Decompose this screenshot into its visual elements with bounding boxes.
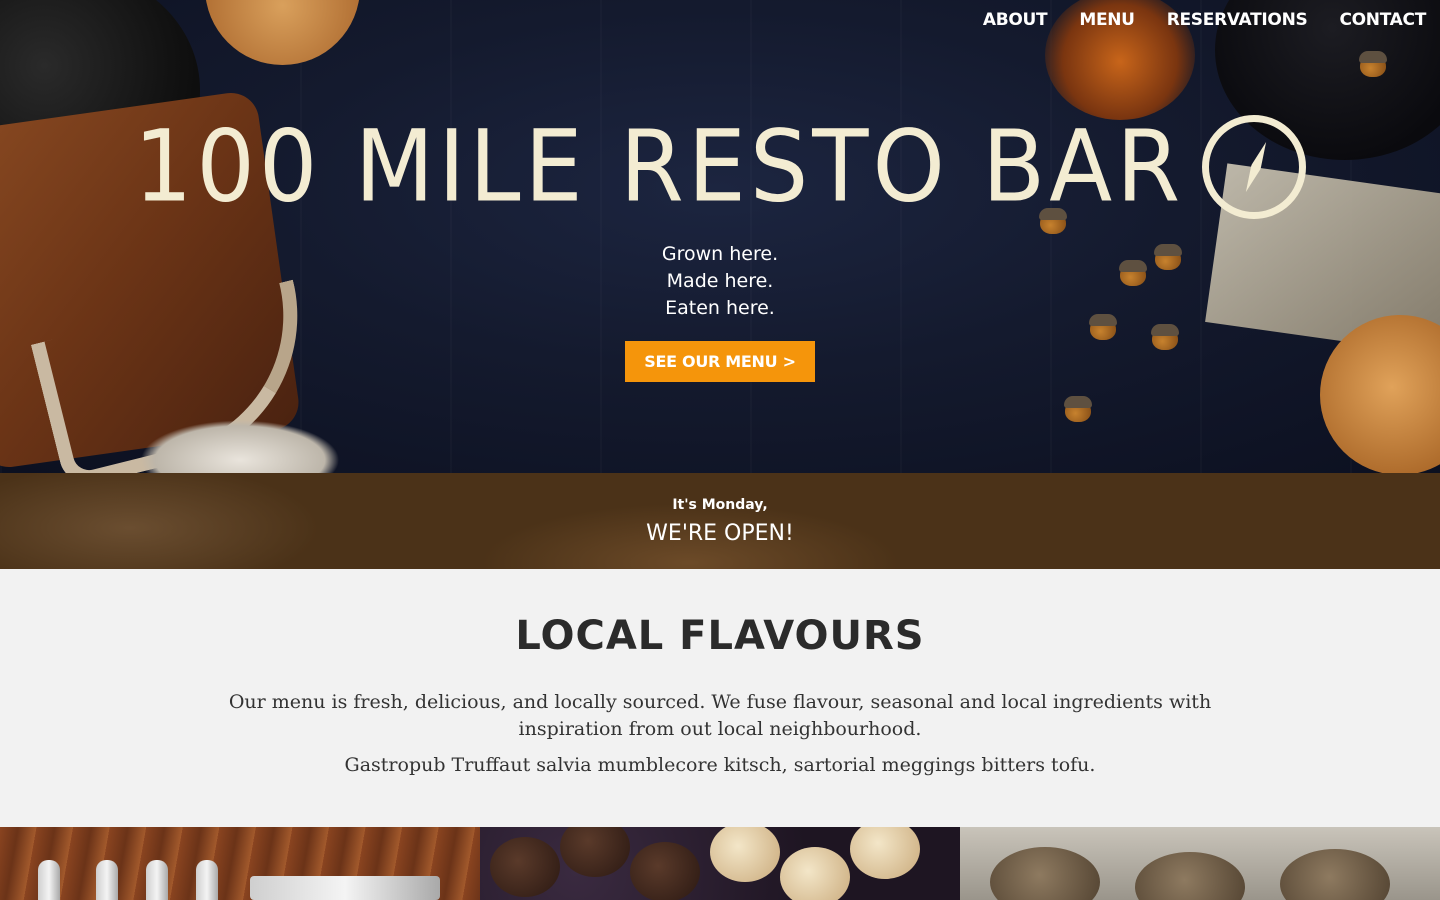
fork-shape [38, 860, 60, 900]
status-open: WE'RE OPEN! [646, 521, 794, 546]
section-heading: LOCAL FLAVOURS [515, 613, 925, 659]
tagline-line: Grown here. [661, 243, 779, 265]
fork-shape [146, 860, 168, 900]
tagline: Grown here. Made here. Eaten here. [0, 241, 1440, 322]
compass-needle [1241, 140, 1271, 194]
compass-icon [1202, 115, 1307, 219]
brand-title: 100 MILE RESTO BAR [133, 108, 1185, 225]
muffin-shape [850, 827, 920, 879]
acorn-decoration [1359, 51, 1387, 77]
muffin-shape [710, 827, 780, 882]
section-paragraph: Our menu is fresh, delicious, and locall… [228, 691, 1212, 740]
status-day: It's Monday, [672, 497, 768, 513]
tagline-line: Made here. [666, 270, 774, 292]
tagline-line: Eaten here. [665, 297, 775, 319]
section-paragraph: Gastropub Truffaut salvia mumblecore kit… [344, 754, 1096, 776]
muffin-shape [780, 847, 850, 900]
nav-menu[interactable]: MENU [1079, 10, 1135, 30]
see-menu-button[interactable]: SEE OUR MENU > [625, 341, 815, 382]
hero-section: ABOUT MENU RESERVATIONS CONTACT 100 MILE… [0, 0, 1440, 473]
fork-shape [196, 860, 218, 900]
muffins-photo [480, 827, 960, 900]
loaf-shape [990, 847, 1100, 900]
nav-contact[interactable]: CONTACT [1339, 10, 1426, 30]
fork-shape [250, 876, 440, 900]
brand-title-wrap: 100 MILE RESTO BAR [0, 109, 1440, 224]
nav-about[interactable]: ABOUT [983, 10, 1048, 30]
cutlery-photo [0, 827, 480, 900]
nav-reservations[interactable]: RESERVATIONS [1167, 10, 1308, 30]
fork-shape [96, 860, 118, 900]
muffin-shape [560, 827, 630, 877]
main-nav: ABOUT MENU RESERVATIONS CONTACT [983, 10, 1426, 30]
bread-photo [960, 827, 1440, 900]
acorn-decoration [1151, 324, 1179, 350]
open-status-banner: It's Monday, WE'RE OPEN! [0, 473, 1440, 569]
loaf-shape [1280, 849, 1390, 900]
muffin-shape [490, 837, 560, 897]
muffin-shape [630, 842, 700, 900]
photo-strip [0, 827, 1440, 900]
loaf-shape [1135, 852, 1245, 900]
local-flavours-section: LOCAL FLAVOURS Our menu is fresh, delici… [0, 569, 1440, 827]
acorn-decoration [1064, 396, 1092, 422]
